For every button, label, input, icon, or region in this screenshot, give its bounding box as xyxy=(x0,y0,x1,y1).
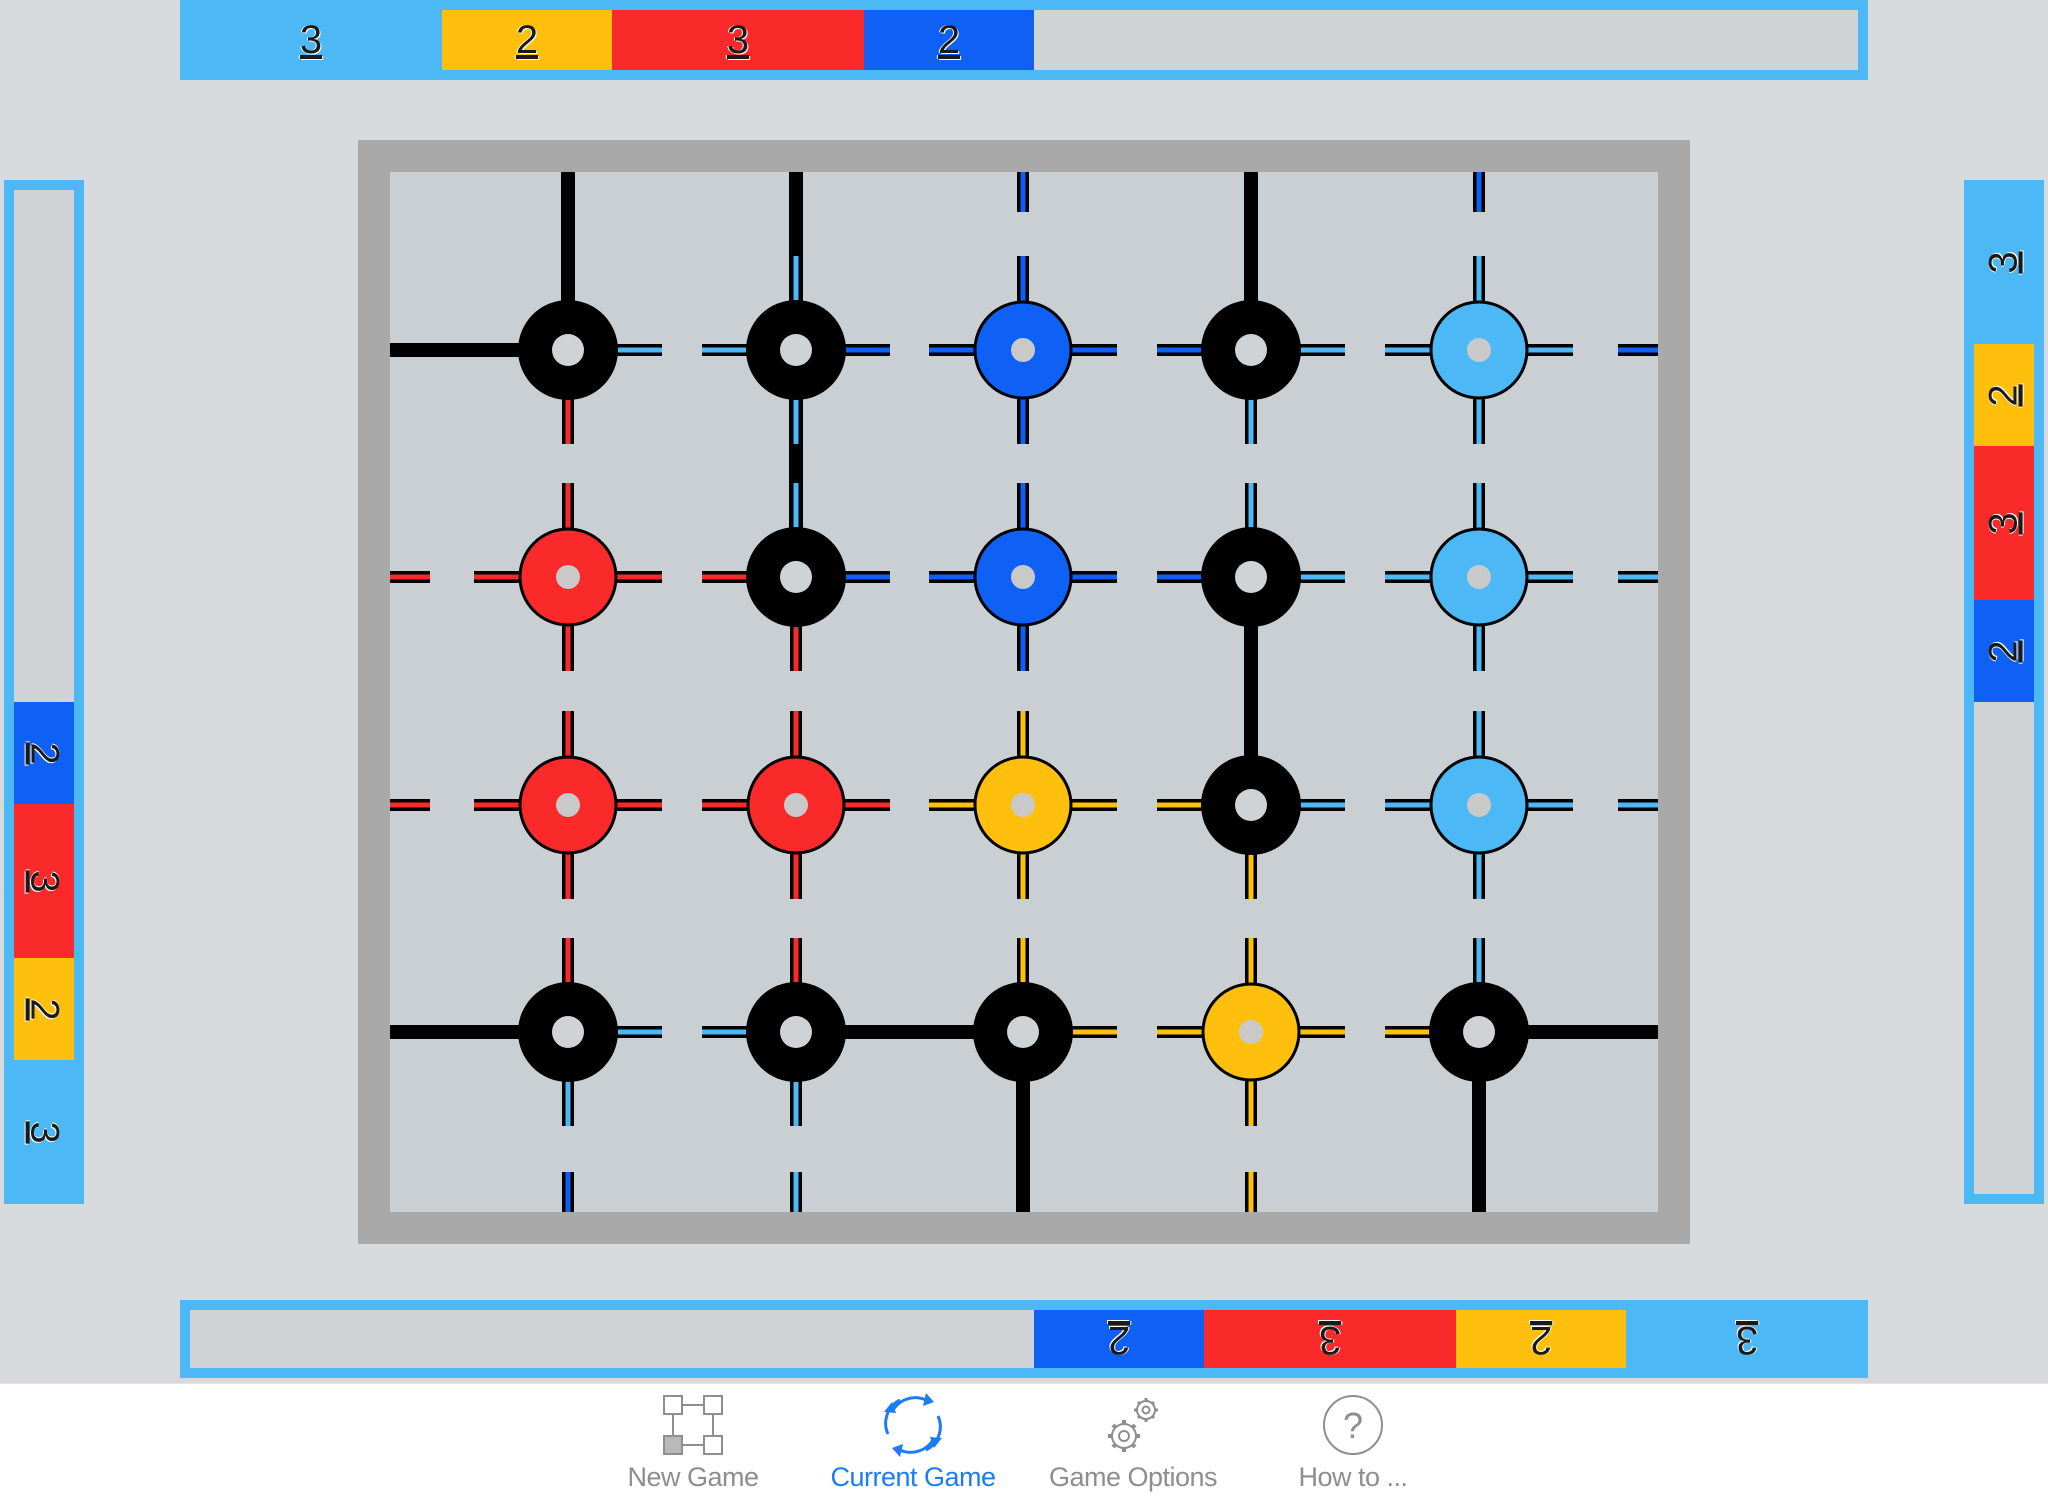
node-hole xyxy=(552,1016,584,1048)
svg-text:?: ? xyxy=(1343,1405,1363,1446)
tab-bar: New Game Current Game Game Options ? How… xyxy=(0,1383,2048,1497)
node-hole xyxy=(1235,334,1267,366)
tab-how-to[interactable]: ? How to ... xyxy=(1253,1390,1453,1494)
node-center xyxy=(1467,793,1491,817)
game-scene: 3 2 3 2 2 3 2 3 2 3 2 3 3 2 3 2 xyxy=(0,0,2048,1383)
refresh-icon xyxy=(884,1393,942,1457)
node-hole xyxy=(1463,1016,1495,1048)
new-game-icon xyxy=(663,1395,723,1455)
node-hole xyxy=(552,334,584,366)
node-hole xyxy=(1235,789,1267,821)
node-center xyxy=(784,793,808,817)
help-icon: ? xyxy=(1323,1395,1383,1455)
node-center xyxy=(1467,338,1491,362)
tab-current-game[interactable]: Current Game xyxy=(813,1390,1013,1494)
tab-label: How to ... xyxy=(1298,1462,1408,1492)
node-hole xyxy=(1007,1016,1039,1048)
node-center xyxy=(1011,338,1035,362)
node-hole xyxy=(780,1016,812,1048)
node-center xyxy=(1467,565,1491,589)
board-grid xyxy=(390,172,1658,1212)
node-hole xyxy=(780,561,812,593)
tab-game-options[interactable]: Game Options xyxy=(1033,1390,1233,1494)
tab-label: Current Game xyxy=(830,1462,996,1492)
node-center xyxy=(556,565,580,589)
gears-icon xyxy=(1108,1398,1158,1452)
tab-new-game[interactable]: New Game xyxy=(593,1390,793,1494)
node-center xyxy=(1011,793,1035,817)
node-hole xyxy=(1235,561,1267,593)
node-center xyxy=(556,793,580,817)
tab-label: New Game xyxy=(627,1462,759,1492)
tab-label: Game Options xyxy=(1048,1462,1218,1492)
node-hole xyxy=(780,334,812,366)
node-center xyxy=(1239,1020,1263,1044)
node-center xyxy=(1011,565,1035,589)
